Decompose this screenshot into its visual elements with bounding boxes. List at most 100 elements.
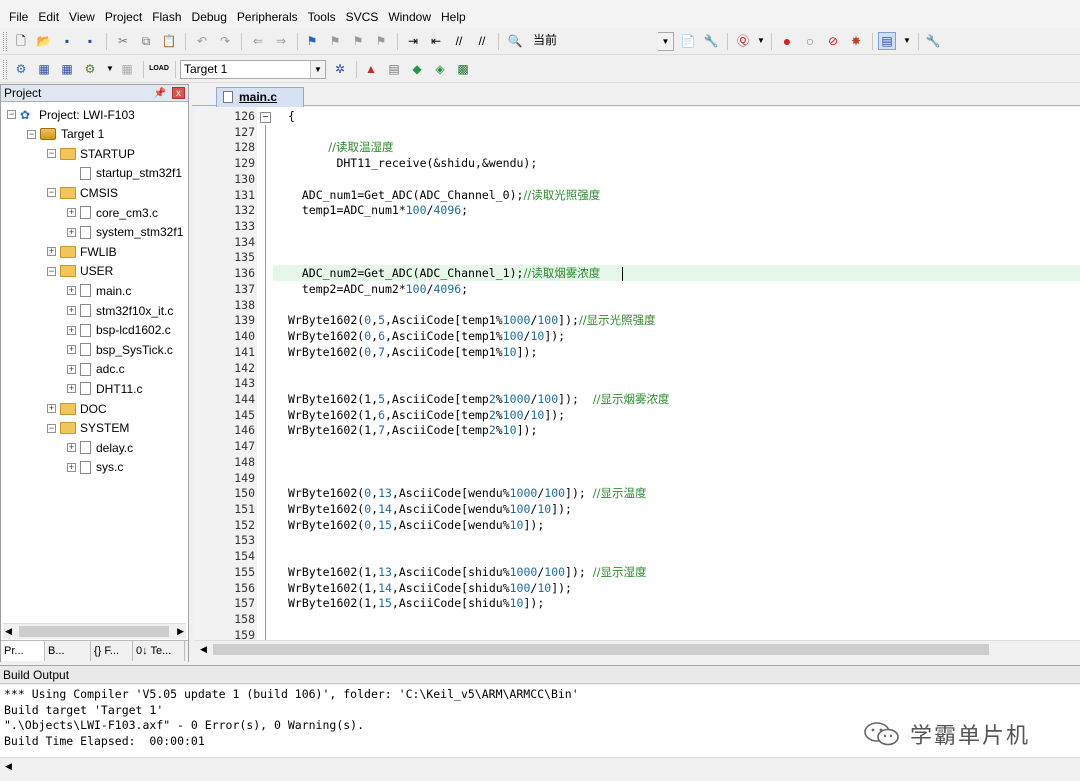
bookmark-clear-icon[interactable]: ⚑ (372, 32, 390, 50)
scroll-left-icon[interactable]: ◀ (200, 641, 207, 657)
tree-item[interactable]: − USER (47, 262, 113, 281)
nav-forward-icon[interactable]: ⇒ (272, 32, 290, 50)
scroll-right-icon[interactable]: ▶ (177, 624, 184, 639)
save-all-icon[interactable]: ▪ (81, 32, 99, 50)
fold-collapse-icon[interactable]: − (260, 112, 271, 123)
bookmark-prev-icon[interactable]: ⚑ (326, 32, 344, 50)
manage-run-time-icon[interactable]: ◆ (408, 60, 426, 78)
configure-tools-icon[interactable]: 🔧 (924, 32, 942, 50)
tab-main-c[interactable]: main.c (216, 87, 304, 107)
expand-icon[interactable]: + (67, 384, 76, 394)
close-icon[interactable]: x (172, 87, 185, 99)
expand-icon[interactable]: + (67, 286, 76, 296)
tree-item[interactable]: startup_stm32f1 (67, 164, 182, 183)
find-combo-dropdown[interactable]: ▼ (658, 32, 674, 51)
rebuild-icon[interactable]: ▦ (58, 60, 76, 78)
expand-icon[interactable]: + (67, 443, 76, 453)
expand-icon[interactable]: + (67, 345, 76, 355)
tree-item[interactable]: − Target 1 (27, 125, 104, 144)
chevron-down-icon[interactable]: ▼ (101, 60, 119, 78)
target-select[interactable]: Target 1 ▼ (180, 60, 326, 79)
tree-item[interactable]: + sys.c (67, 458, 123, 477)
collapse-icon[interactable]: − (7, 110, 16, 119)
menu-help[interactable]: Help (436, 6, 471, 28)
paste-icon[interactable]: 📋 (160, 32, 178, 50)
redo-icon[interactable]: ↷ (216, 32, 234, 50)
menu-tools[interactable]: Tools (303, 6, 341, 28)
undo-icon[interactable]: ↶ (193, 32, 211, 50)
expand-icon[interactable]: + (67, 227, 76, 237)
menu-file[interactable]: File (4, 6, 33, 28)
software-packs-icon[interactable]: ▩ (454, 60, 472, 78)
tree-item[interactable]: − SYSTEM (47, 419, 129, 438)
tree-item[interactable]: + bsp-lcd1602.c (67, 321, 171, 340)
menu-flash[interactable]: Flash (147, 6, 186, 28)
chevron-down-icon[interactable]: ▼ (898, 32, 916, 50)
scroll-left-icon[interactable]: ◀ (5, 758, 12, 774)
manage-project-items-icon[interactable]: ▲ (362, 60, 380, 78)
collapse-icon[interactable]: − (47, 423, 56, 433)
menu-svcs[interactable]: SVCS (341, 6, 384, 28)
tree-item[interactable]: + DHT11.c (67, 379, 142, 398)
save-icon[interactable]: ▪ (58, 32, 76, 50)
collapse-icon[interactable]: − (27, 129, 36, 139)
tree-item[interactable]: + delay.c (67, 438, 133, 457)
breakpoint-disabled-icon[interactable]: ○ (801, 32, 819, 50)
find-combo[interactable]: 当前 (530, 32, 674, 51)
tree-item[interactable]: + FWLIB (47, 242, 117, 261)
batch-build-icon[interactable]: ⚙ (81, 60, 99, 78)
menu-view[interactable]: View (64, 6, 100, 28)
scroll-thumb[interactable] (19, 626, 169, 637)
tree-item[interactable]: + adc.c (67, 360, 125, 379)
pin-icon[interactable]: 📌 (154, 86, 166, 102)
tree-item[interactable]: + DOC (47, 399, 107, 418)
expand-icon[interactable]: + (47, 247, 56, 257)
menu-peripherals[interactable]: Peripherals (232, 6, 303, 28)
breakpoints-kill-all-icon[interactable]: ✸ (847, 32, 865, 50)
collapse-icon[interactable]: − (47, 188, 56, 198)
tree-item[interactable]: − ✿ Project: LWI-F103 (7, 105, 135, 124)
tree-item[interactable]: + bsp_SysTick.c (67, 340, 173, 359)
build-icon[interactable]: ▦ (35, 60, 53, 78)
incremental-find-icon[interactable]: 🔧 (702, 32, 720, 50)
scroll-thumb[interactable] (213, 644, 989, 655)
find-in-files-icon[interactable]: 🔍 (506, 32, 524, 50)
tree-item[interactable]: + main.c (67, 281, 131, 300)
menu-edit[interactable]: Edit (33, 6, 64, 28)
target-options-icon[interactable]: ✲ (331, 60, 349, 78)
editor-horizontal-scrollbar[interactable]: ◀ (195, 640, 1080, 657)
comment-icon[interactable]: // (450, 32, 468, 50)
indent-icon[interactable]: ⇥ (404, 32, 422, 50)
tree-item[interactable]: + stm32f10x_it.c (67, 301, 173, 320)
expand-icon[interactable]: + (47, 404, 56, 413)
menu-debug[interactable]: Debug (187, 6, 232, 28)
breakpoints-disable-all-icon[interactable]: ⊘ (824, 32, 842, 50)
cut-icon[interactable]: ✂ (114, 32, 132, 50)
chevron-down-icon[interactable]: ▼ (752, 32, 770, 50)
collapse-icon[interactable]: − (47, 266, 56, 276)
pack-installer-icon[interactable]: ◈ (431, 60, 449, 78)
breakpoint-icon[interactable]: ● (778, 32, 796, 50)
code-editor[interactable]: − 126 {127 128 //读取温湿度 129 DHT11_receive(&s… (195, 107, 1080, 640)
expand-icon[interactable]: + (67, 325, 76, 335)
window-layout-icon[interactable]: ▤ (878, 32, 896, 50)
scroll-left-icon[interactable]: ◀ (5, 624, 12, 639)
find-icon[interactable]: 📄 (679, 32, 697, 50)
tree-item[interactable]: − STARTUP (47, 144, 135, 163)
translate-icon[interactable]: ⚙ (12, 60, 30, 78)
tree-item[interactable]: + system_stm32f1 (67, 223, 183, 242)
panel-tab[interactable]: Pr... (1, 641, 45, 661)
menu-project[interactable]: Project (100, 6, 147, 28)
open-folder-icon[interactable]: 📂 (35, 32, 53, 50)
new-file-icon[interactable]: 🗋 (12, 32, 30, 50)
collapse-icon[interactable]: − (47, 149, 56, 159)
expand-icon[interactable]: + (67, 462, 76, 472)
bookmark-next-icon[interactable]: ⚑ (349, 32, 367, 50)
toolbar-grip[interactable] (3, 32, 7, 51)
menu-window[interactable]: Window (383, 6, 436, 28)
uncomment-icon[interactable]: // (473, 32, 491, 50)
stop-build-icon[interactable]: ▦ (118, 60, 136, 78)
select-packs-icon[interactable]: ▤ (385, 60, 403, 78)
panel-tab[interactable]: {} F... (91, 641, 133, 661)
panel-tab[interactable]: 0↓ Te... (133, 641, 185, 661)
